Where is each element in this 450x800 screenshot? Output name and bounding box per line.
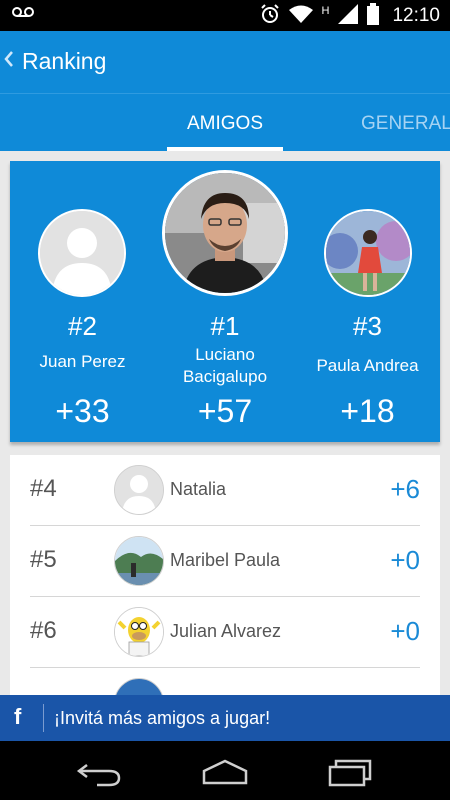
podium-rank: #3 <box>353 311 382 341</box>
network-type: H <box>321 5 330 17</box>
podium-name: Paula Andrea <box>316 356 419 375</box>
podium-rank: #2 <box>68 311 97 341</box>
podium-rank: #1 <box>210 311 240 341</box>
tab-selected-indicator <box>167 147 283 151</box>
system-nav-bar <box>0 741 450 800</box>
avatar-photo-woman[interactable] <box>324 209 412 297</box>
status-bar: H 12:10 <box>0 0 450 31</box>
back-icon[interactable] <box>75 755 125 787</box>
avatar-blank-icon <box>114 465 164 515</box>
avatar-photo-landscape <box>114 536 164 586</box>
avatar-partial <box>114 678 164 695</box>
facebook-icon: f <box>14 704 22 729</box>
avatar-photo-man[interactable] <box>162 170 288 296</box>
list-item-name: Natalia <box>170 479 227 499</box>
signal-icon <box>338 3 359 29</box>
list-item[interactable]: #6 Julian Alvarez +0 <box>30 597 420 668</box>
invite-friends-banner[interactable]: f ¡Invitá más amigos a jugar! <box>0 695 450 741</box>
podium-name: Luciano Bacigalupo <box>155 344 295 388</box>
list-item-rank: #6 <box>30 617 57 644</box>
recent-apps-icon[interactable] <box>326 755 376 787</box>
podium-points: +33 <box>55 393 110 429</box>
page-title[interactable]: Ranking <box>22 48 106 75</box>
avatar-photo-cartoon <box>114 607 164 657</box>
wifi-icon <box>288 5 313 28</box>
podium-name-line1: Luciano <box>195 345 255 364</box>
app-bar: Ranking <box>0 31 450 93</box>
podium-card: #2 Juan Perez +33 #2 #1 Luciano Bacigalu… <box>10 161 440 442</box>
tab-general-label: GENERAL <box>361 113 450 134</box>
ranking-list[interactable]: #4 Natalia +6 #5 Maribel Paula +0 #6 Jul… <box>10 455 440 695</box>
battery-icon <box>367 2 380 30</box>
list-item[interactable]: #5 Maribel Paula +0 <box>30 526 420 597</box>
tab-general[interactable]: GENERAL <box>350 94 450 151</box>
podium-name: Juan Perez <box>39 352 126 371</box>
list-item[interactable] <box>30 668 420 695</box>
tab-amigos[interactable]: AMIGOS <box>167 94 283 151</box>
list-item[interactable]: #4 Natalia +6 <box>30 455 420 526</box>
tab-amigos-label: AMIGOS <box>186 113 263 134</box>
alarm-icon <box>260 3 280 29</box>
list-item-name: Maribel Paula <box>170 550 281 570</box>
podium-points: +57 <box>197 393 253 429</box>
invite-friends-label: ¡Invitá más amigos a jugar! <box>54 708 271 728</box>
voicemail-icon <box>12 5 34 24</box>
list-item-rank: #4 <box>30 475 57 502</box>
list-item-rank: #5 <box>30 546 57 573</box>
home-icon[interactable] <box>200 755 250 787</box>
clock: 12:10 <box>392 5 440 26</box>
podium-points: +18 <box>340 393 395 429</box>
avatar-blank-icon[interactable] <box>38 209 126 297</box>
list-item-points: +0 <box>390 545 420 575</box>
list-item-points: +6 <box>390 474 420 504</box>
divider <box>43 704 44 732</box>
podium-name-line2: Bacigalupo <box>182 367 268 386</box>
chevron-left-icon[interactable] <box>4 51 14 72</box>
list-item-name: Julian Alvarez <box>170 621 282 641</box>
list-item-points: +0 <box>390 616 420 646</box>
tab-bar: AMIGOS GENERAL <box>0 93 450 151</box>
